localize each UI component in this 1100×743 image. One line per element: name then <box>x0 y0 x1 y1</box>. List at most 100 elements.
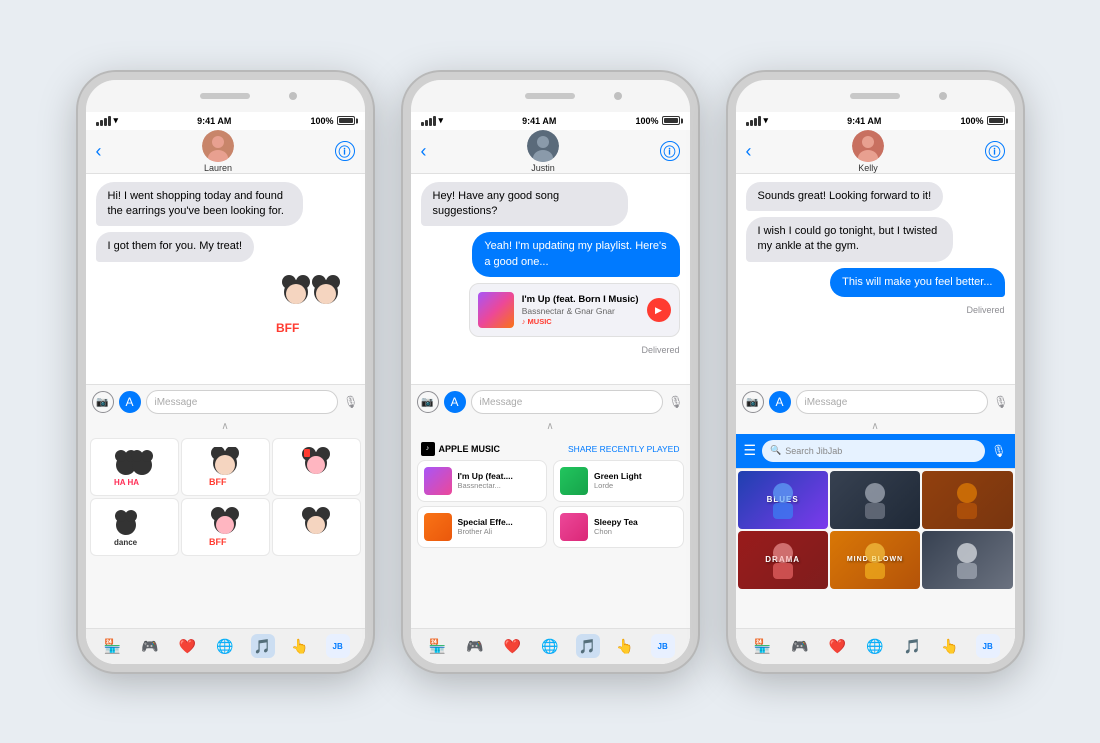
song-card-1[interactable]: I'm Up (feat.... Bassnectar... <box>417 460 548 502</box>
apps-input-icon[interactable]: A <box>119 391 141 413</box>
dock-globe[interactable]: 🌐 <box>863 634 887 658</box>
nav-bar-3: ‹ Kelly ⓘ <box>736 130 1015 174</box>
back-button-2[interactable]: ‹ <box>421 141 427 162</box>
camera-2 <box>614 92 622 100</box>
sticker-item[interactable]: dance <box>90 498 179 556</box>
song-thumb-3 <box>424 513 452 541</box>
dock-heart[interactable]: ❤️ <box>500 634 524 658</box>
song-thumb-2 <box>560 467 588 495</box>
imessage-input-2[interactable]: iMessage <box>471 390 664 414</box>
search-icon: 🔍 <box>770 445 781 456</box>
jibjab-search-field[interactable]: 🔍 Search JibJab <box>762 440 985 462</box>
sticker-item[interactable] <box>272 498 361 556</box>
screen-1: ▾ 9:41 AM 100% ‹ Lauren ⓘ Hi! I went sho… <box>86 112 365 664</box>
status-bar-3: ▾ 9:41 AM 100% <box>736 112 1015 130</box>
chevron-1: ∧ <box>86 420 365 434</box>
sticker-bff: BFF <box>267 268 355 358</box>
song-card-4[interactable]: Sleepy Tea Chon <box>553 506 684 548</box>
wifi-icon: ▾ <box>764 115 769 126</box>
jibjab-item-mindblown[interactable]: MIND BLOWN <box>830 531 920 589</box>
dock-heart[interactable]: ❤️ <box>825 634 849 658</box>
camera-input-icon[interactable]: 📷 <box>742 391 764 413</box>
svg-text:dance: dance <box>114 538 138 547</box>
dock-game[interactable]: 🎮 <box>463 634 487 658</box>
jibjab-menu-icon[interactable]: ☰ <box>744 442 757 459</box>
input-bar-1: 📷 A iMessage 🎙 <box>86 384 365 420</box>
back-button-1[interactable]: ‹ <box>96 141 102 162</box>
dock-game[interactable]: 🎮 <box>138 634 162 658</box>
dock-globe[interactable]: 🌐 <box>213 634 237 658</box>
camera-input-icon[interactable]: 📷 <box>417 391 439 413</box>
apps-input-icon[interactable]: A <box>444 391 466 413</box>
bubble-incoming: I wish I could go tonight, but I twisted… <box>746 217 953 262</box>
dock-1: 🏪 🎮 ❤️ 🌐 🎵 👆 JB <box>86 628 365 664</box>
jibjab-item-drama[interactable]: DRAMA <box>738 531 828 589</box>
messages-1: Hi! I went shopping today and found the … <box>86 174 365 384</box>
music-card[interactable]: I'm Up (feat. Born I Music) Bassnectar &… <box>469 283 680 337</box>
phone-top-bar-2 <box>411 80 690 112</box>
message-row: Hey! Have any good song suggestions? <box>421 182 680 227</box>
jibjab-mic-icon[interactable]: 🎙 <box>991 444 1006 458</box>
message-row: Hi! I went shopping today and found the … <box>96 182 355 227</box>
play-button[interactable]: ▶ <box>647 298 671 322</box>
apps-input-icon[interactable]: A <box>769 391 791 413</box>
dock-heart[interactable]: ❤️ <box>175 634 199 658</box>
bubble-outgoing: Yeah! I'm updating my playlist. Here's a… <box>472 232 679 277</box>
chevron-2: ∧ <box>411 420 690 434</box>
info-button-3[interactable]: ⓘ <box>985 141 1005 161</box>
phone-1: ▾ 9:41 AM 100% ‹ Lauren ⓘ Hi! I went sho… <box>78 72 373 672</box>
dock-jibjab[interactable]: JB <box>651 634 675 658</box>
song-list: I'm Up (feat.... Bassnectar... Green Lig… <box>411 460 690 548</box>
imessage-input-3[interactable]: iMessage <box>796 390 989 414</box>
jibjab-item-6[interactable] <box>922 531 1012 589</box>
bubble-outgoing: This will make you feel better... <box>830 268 1004 297</box>
dock-music-active[interactable]: 🎵 <box>251 634 275 658</box>
sticker-item[interactable] <box>272 438 361 496</box>
sticker-item[interactable]: BFF <box>181 438 270 496</box>
jibjab-item-3[interactable] <box>922 471 1012 529</box>
screen-3: ▾ 9:41 AM 100% ‹ Kelly ⓘ Sounds great! L… <box>736 112 1015 664</box>
status-bar-1: ▾ 9:41 AM 100% <box>86 112 365 130</box>
info-button-1[interactable]: ⓘ <box>335 141 355 161</box>
message-row: Yeah! I'm updating my playlist. Here's a… <box>421 232 680 277</box>
jibjab-item-blues[interactable]: BLUES <box>738 471 828 529</box>
mic-icon-2[interactable]: 🎙 <box>668 395 683 409</box>
dock-music[interactable]: 🎵 <box>901 634 925 658</box>
dock-jibjab-active[interactable]: JB <box>976 634 1000 658</box>
dock-store[interactable]: 🏪 <box>425 634 449 658</box>
dock-mickey[interactable]: 👆 <box>288 634 312 658</box>
bubble-incoming: Hi! I went shopping today and found the … <box>96 182 303 227</box>
speaker-1 <box>200 93 250 99</box>
dock-2: 🏪 🎮 ❤️ 🌐 🎵 👆 JB <box>411 628 690 664</box>
music-artist: Bassnectar & Gnar Gnar <box>522 306 639 316</box>
jibjab-item-2[interactable] <box>830 471 920 529</box>
contact-name-2: Justin <box>531 163 555 173</box>
dock-store[interactable]: 🏪 <box>750 634 774 658</box>
delivered-text-3: Delivered <box>746 305 1005 315</box>
camera-input-icon[interactable]: 📷 <box>92 391 114 413</box>
song-card-2[interactable]: Green Light Lorde <box>553 460 684 502</box>
info-button-2[interactable]: ⓘ <box>660 141 680 161</box>
imessage-input-1[interactable]: iMessage <box>146 390 339 414</box>
avatar-2 <box>527 130 559 162</box>
avatar-3 <box>852 130 884 162</box>
mic-icon-1[interactable]: 🎙 <box>343 395 358 409</box>
back-button-3[interactable]: ‹ <box>746 141 752 162</box>
dock-music-active[interactable]: 🎵 <box>576 634 600 658</box>
message-row: I wish I could go tonight, but I twisted… <box>746 217 1005 262</box>
dock-mickey[interactable]: 👆 <box>938 634 962 658</box>
dock-game[interactable]: 🎮 <box>788 634 812 658</box>
svg-text:HA HA: HA HA <box>114 478 139 487</box>
dock-jibjab[interactable]: JB <box>326 634 350 658</box>
sticker-item[interactable]: HA HA <box>90 438 179 496</box>
mic-icon-3[interactable]: 🎙 <box>993 395 1008 409</box>
sticker-item[interactable]: BFF <box>181 498 270 556</box>
song-card-3[interactable]: Special Effe... Brother Ali <box>417 506 548 548</box>
speaker-3 <box>850 93 900 99</box>
dock-mickey[interactable]: 👆 <box>613 634 637 658</box>
dock-globe[interactable]: 🌐 <box>538 634 562 658</box>
song-name-3: Special Effe... <box>458 517 541 527</box>
status-time-3: 9:41 AM <box>847 116 881 126</box>
share-recently-played[interactable]: SHARE RECENTLY PLAYED <box>568 444 679 454</box>
dock-store[interactable]: 🏪 <box>100 634 124 658</box>
